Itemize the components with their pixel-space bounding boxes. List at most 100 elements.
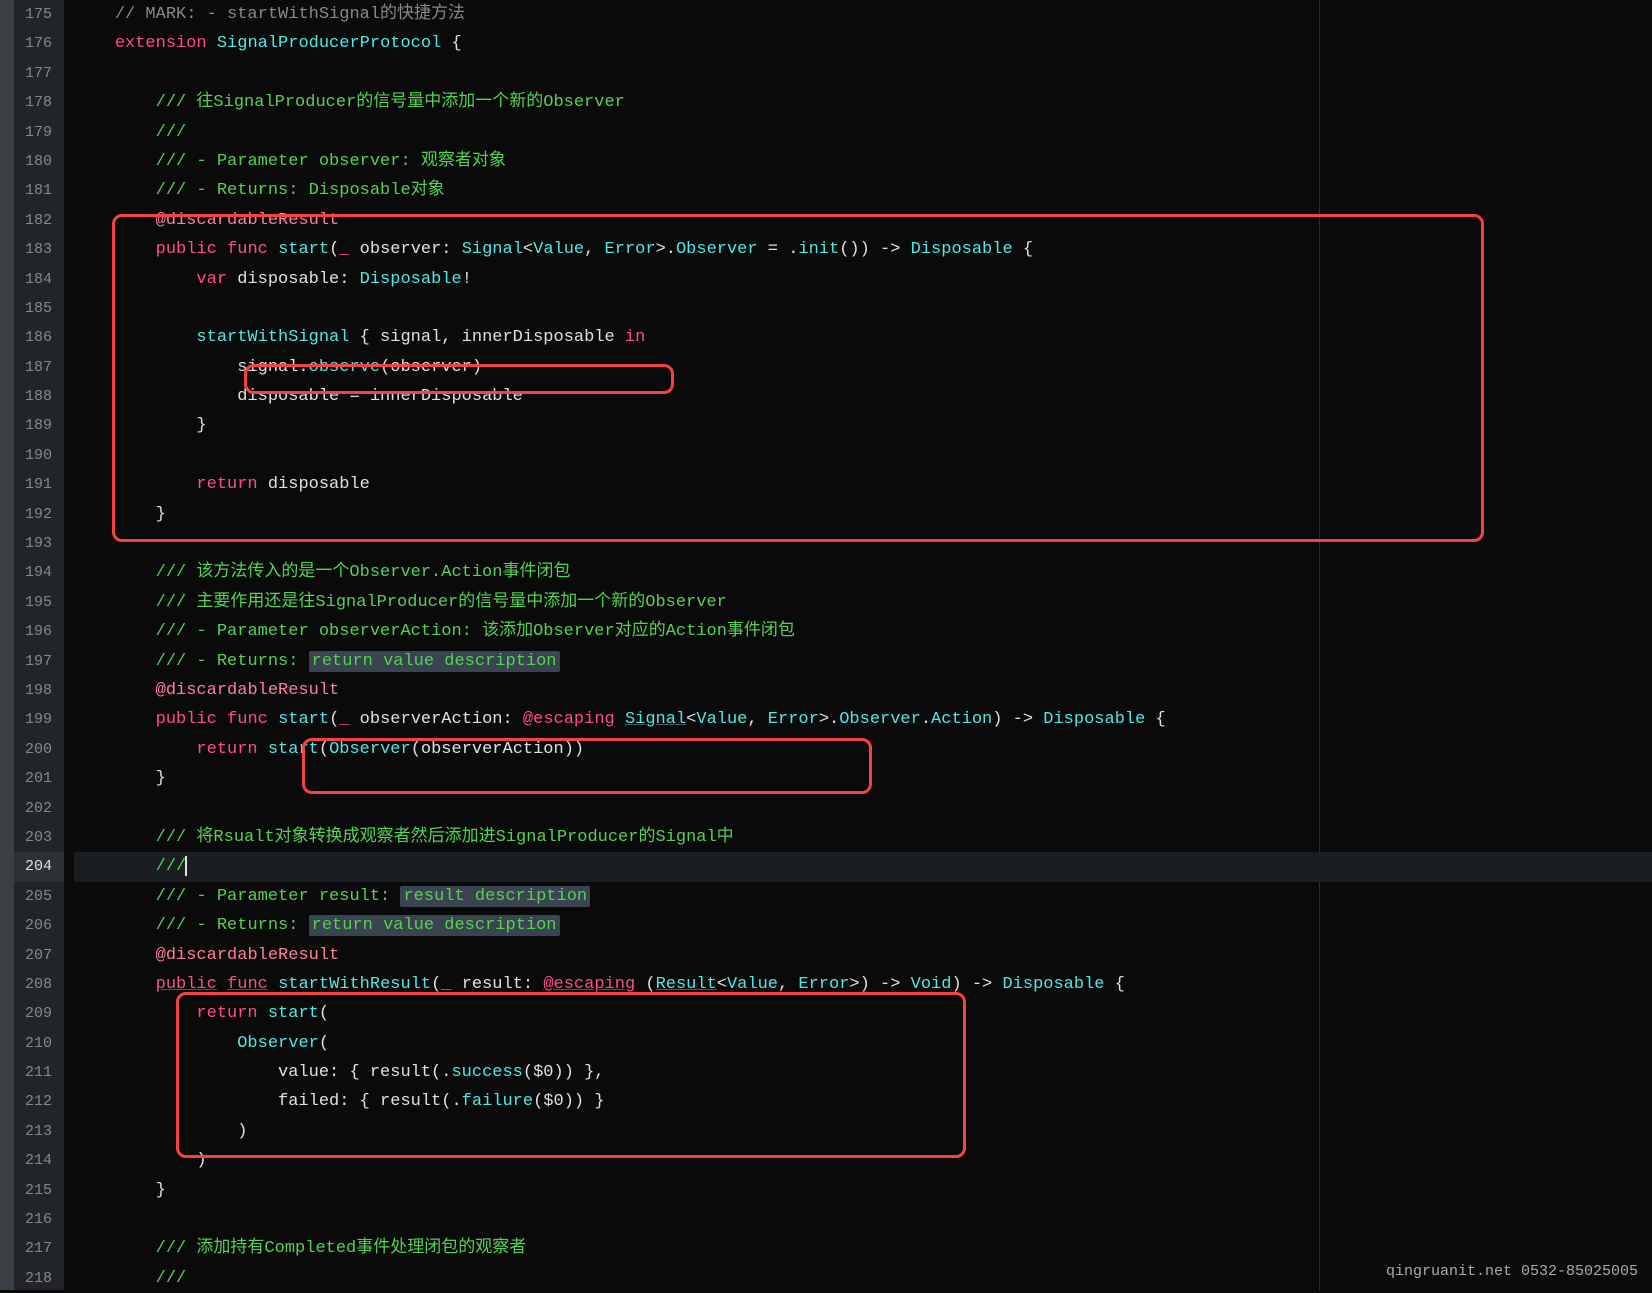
code-line[interactable]: } (74, 500, 1652, 529)
code-token (207, 34, 217, 53)
code-token: start (278, 240, 329, 259)
code-line[interactable]: Observer( (74, 1029, 1652, 1058)
code-token: Disposable (360, 270, 462, 289)
code-line[interactable] (74, 294, 1652, 323)
code-token: /// - Returns: Disposable对象 (156, 181, 445, 200)
code-line[interactable] (74, 529, 1652, 558)
line-number: 201 (14, 764, 64, 793)
code-line[interactable] (74, 441, 1652, 470)
code-token: ($0)) }, (523, 1063, 605, 1082)
code-token (268, 710, 278, 729)
code-token (268, 240, 278, 259)
code-line[interactable]: return start( (74, 999, 1652, 1028)
line-number: 207 (14, 941, 64, 970)
code-line[interactable]: extension SignalProducerProtocol { (74, 29, 1652, 58)
code-line[interactable]: ) (74, 1117, 1652, 1146)
code-line[interactable]: } (74, 1176, 1652, 1205)
code-token: _ (339, 710, 349, 729)
code-line[interactable]: /// - Parameter observer: 观察者对象 (74, 147, 1652, 176)
code-line[interactable]: public func startWithResult(_ result: @e… (74, 970, 1652, 999)
line-number-gutter[interactable]: 1751761771781791801811821831841851861871… (14, 0, 64, 1290)
code-token: } (74, 505, 166, 524)
code-token (74, 5, 115, 24)
code-token: /// 将Rsualt对象转换成观察者然后添加进SignalProducer的S… (156, 828, 734, 847)
code-line[interactable]: public func start(_ observerAction: @esc… (74, 705, 1652, 734)
code-token: disposable: (227, 270, 360, 289)
code-line[interactable]: startWithSignal { signal, innerDisposabl… (74, 323, 1652, 352)
code-line[interactable]: /// - Returns: return value description (74, 911, 1652, 940)
code-line[interactable]: /// 主要作用还是往SignalProducer的信号量中添加一个新的Obse… (74, 588, 1652, 617)
code-token: } (74, 769, 166, 788)
code-line[interactable]: // MARK: - startWithSignal的快捷方法 (74, 0, 1652, 29)
code-token: @discardableResult (156, 211, 340, 230)
code-line[interactable] (74, 1205, 1652, 1234)
code-line[interactable]: /// 添加持有Completed事件处理闭包的观察者 (74, 1234, 1652, 1263)
code-token: @discardableResult (156, 681, 340, 700)
code-line[interactable]: /// 往SignalProducer的信号量中添加一个新的Observer (74, 88, 1652, 117)
code-token: } (74, 416, 207, 435)
code-token: Disposable (1002, 975, 1104, 994)
code-line[interactable]: value: { result(.success($0)) }, (74, 1058, 1652, 1087)
code-token: Error (768, 710, 819, 729)
code-line[interactable]: var disposable: Disposable! (74, 265, 1652, 294)
code-line[interactable]: /// - Parameter result: result descripti… (74, 882, 1652, 911)
code-token: SignalProducerProtocol (217, 34, 441, 53)
code-line[interactable] (74, 794, 1652, 823)
code-token (74, 270, 196, 289)
code-line[interactable]: /// - Parameter observerAction: 该添加Obser… (74, 617, 1652, 646)
code-line[interactable]: @discardableResult (74, 941, 1652, 970)
code-line[interactable]: @discardableResult (74, 676, 1652, 705)
code-token: return value description (309, 915, 560, 936)
code-line[interactable]: return start(Observer(observerAction)) (74, 735, 1652, 764)
code-token: Value (727, 975, 778, 994)
code-token: < (523, 240, 533, 259)
code-token: (observerAction)) (411, 740, 584, 759)
code-token: @escaping (543, 975, 635, 994)
code-token: < (717, 975, 727, 994)
code-line[interactable]: return disposable (74, 470, 1652, 499)
code-token (74, 710, 156, 729)
code-token (74, 181, 156, 200)
code-line[interactable]: /// 将Rsualt对象转换成观察者然后添加进SignalProducer的S… (74, 823, 1652, 852)
line-number: 178 (14, 88, 64, 117)
code-token (74, 563, 156, 582)
code-line[interactable]: } (74, 764, 1652, 793)
code-line[interactable]: /// 该方法传入的是一个Observer.Action事件闭包 (74, 558, 1652, 587)
code-token: func (227, 975, 268, 994)
code-line[interactable] (74, 59, 1652, 88)
code-line[interactable]: /// - Returns: return value description (74, 647, 1652, 676)
code-line[interactable]: } (74, 411, 1652, 440)
line-number: 216 (14, 1205, 64, 1234)
line-number: 192 (14, 500, 64, 529)
code-token: Action (931, 710, 992, 729)
code-token (258, 1004, 268, 1023)
code-token (74, 1004, 196, 1023)
code-content-area[interactable]: // MARK: - startWithSignal的快捷方法 extensio… (64, 0, 1652, 1290)
code-line[interactable]: @discardableResult (74, 206, 1652, 235)
line-number: 190 (14, 441, 64, 470)
line-number: 191 (14, 470, 64, 499)
code-token: disposable (258, 475, 370, 494)
line-number: 204 (14, 852, 64, 881)
line-number: 196 (14, 617, 64, 646)
code-line[interactable]: disposable = innerDisposable (74, 382, 1652, 411)
code-token: < (686, 710, 696, 729)
code-token: Void (911, 975, 952, 994)
left-strip (0, 0, 14, 1290)
code-line[interactable]: public func start(_ observer: Signal<Val… (74, 235, 1652, 264)
code-line[interactable]: /// - Returns: Disposable对象 (74, 176, 1652, 205)
code-token: Signal (625, 710, 686, 729)
line-number: 185 (14, 294, 64, 323)
line-number: 177 (14, 59, 64, 88)
code-line[interactable]: signal.observe(observer) (74, 353, 1652, 382)
line-number: 202 (14, 794, 64, 823)
code-line[interactable]: ) (74, 1146, 1652, 1175)
code-line[interactable]: failed: { result(.failure($0)) } (74, 1087, 1652, 1116)
code-token: Disposable (1043, 710, 1145, 729)
code-token: // MARK: - startWithSignal的快捷方法 (115, 5, 465, 24)
code-line[interactable]: /// (74, 118, 1652, 147)
line-number: 213 (14, 1117, 64, 1146)
line-number: 218 (14, 1264, 64, 1293)
code-token: /// (156, 123, 187, 142)
code-line[interactable]: /// (74, 852, 1652, 881)
